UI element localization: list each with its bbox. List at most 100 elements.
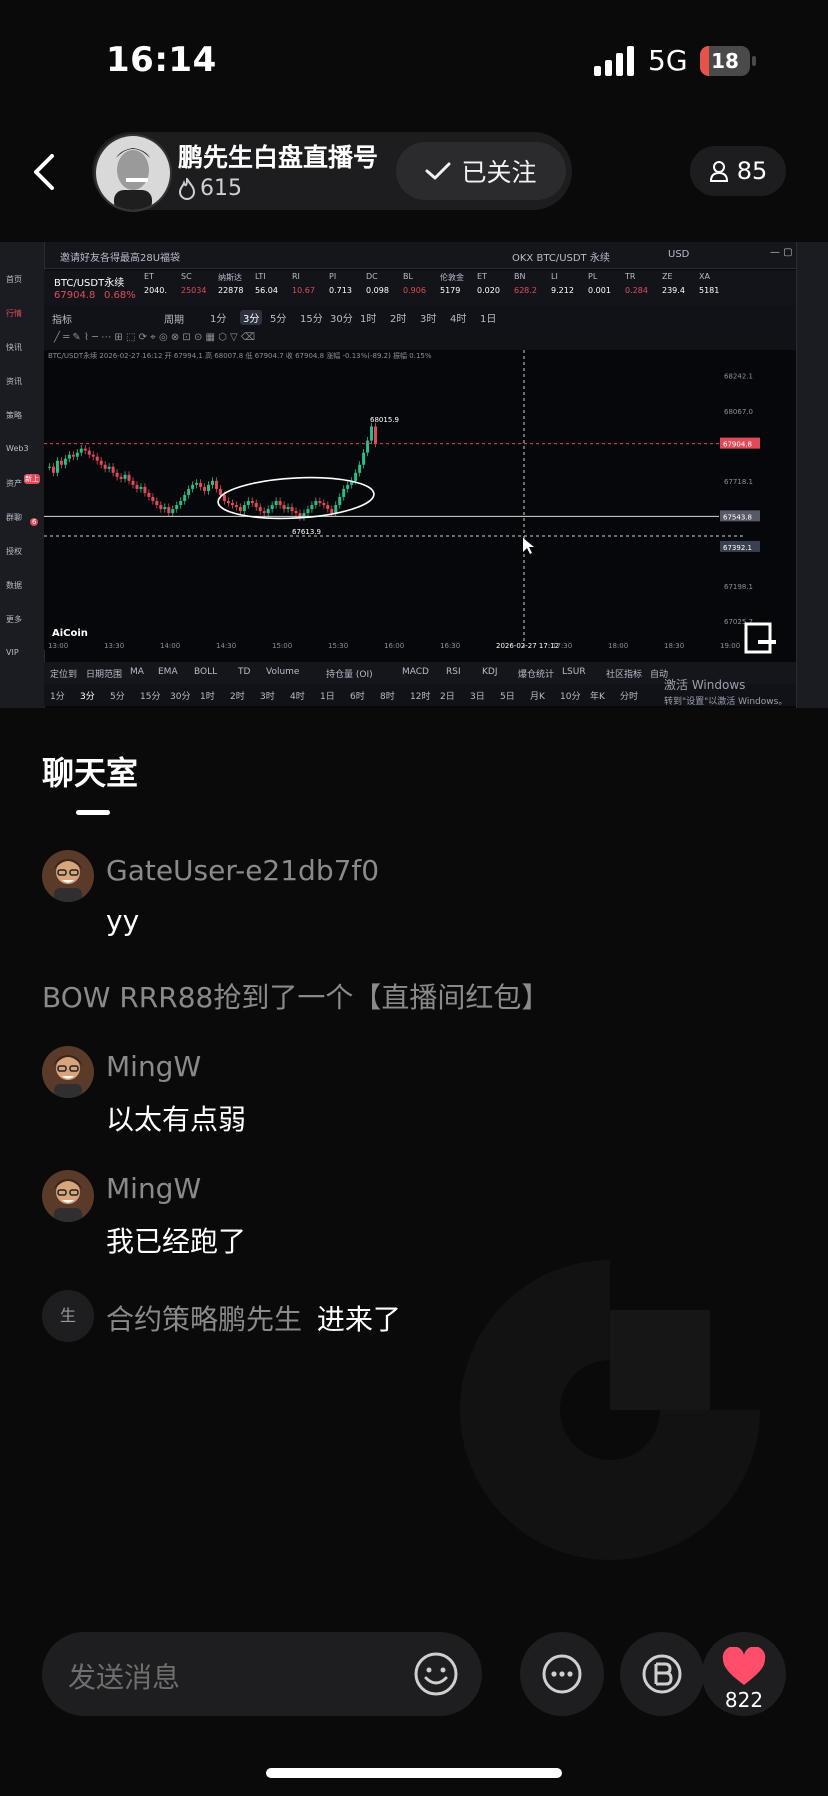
candle-body xyxy=(274,501,278,506)
stream-bottom-timeframe: 年K xyxy=(590,692,605,702)
follow-button[interactable]: 已关注 xyxy=(396,142,566,200)
stream-ticker-value: 22878 xyxy=(218,286,244,295)
candle-body xyxy=(87,450,91,455)
candle-body xyxy=(83,448,87,451)
stream-indicator-label: 指标 xyxy=(52,315,72,326)
candle-body xyxy=(246,501,250,506)
stream-indicator-tab: 日期范围 xyxy=(86,670,123,680)
stream-bottom-timeframe: 2日 xyxy=(440,692,455,702)
candle-body xyxy=(230,503,234,506)
stream-bottom-timeframe: 10分 xyxy=(560,692,581,702)
more-icon xyxy=(542,1654,582,1694)
bitcoin-button[interactable] xyxy=(620,1632,704,1716)
stream-timeframe: 3时 xyxy=(420,314,437,325)
stream-pair-price: 67904.8 xyxy=(54,290,96,301)
candle-body xyxy=(290,507,294,512)
time-axis-tick: 15:30 xyxy=(328,642,348,650)
candle-body xyxy=(250,501,254,504)
stream-ticker-value: 5179 xyxy=(440,286,461,295)
host-heat: 615 xyxy=(178,176,242,201)
viewer-count-badge[interactable]: 85 xyxy=(690,146,786,196)
user-avatar[interactable] xyxy=(42,1170,94,1222)
chat-tab-indicator xyxy=(76,810,110,815)
stream-ticker-value: 0.906 xyxy=(403,286,426,295)
stream-indicator-tab: MACD xyxy=(402,667,429,677)
candle-body xyxy=(155,501,159,506)
stream-sidebar-item: 授权 xyxy=(6,547,22,556)
stream-indicator-tab: TD xyxy=(238,667,251,677)
home-indicator[interactable] xyxy=(266,1768,562,1778)
time-axis-tick: 18:30 xyxy=(664,642,684,650)
host-avatar[interactable] xyxy=(94,134,172,212)
support-level-tag: 67543.8 xyxy=(723,513,752,521)
candle-body xyxy=(310,505,314,510)
stream-ticker-symbol: ET xyxy=(477,272,487,281)
time-axis-tick: 15:00 xyxy=(272,642,292,650)
candle-body xyxy=(159,505,163,510)
candle-body xyxy=(318,501,322,504)
more-button[interactable] xyxy=(520,1632,604,1716)
candle-body xyxy=(238,507,242,512)
candle-body xyxy=(306,509,310,514)
stream-indicator-tab: LSUR xyxy=(562,667,586,677)
time-axis-tick: 19:00 xyxy=(720,642,740,650)
user-avatar[interactable] xyxy=(42,850,94,902)
stream-bottom-timeframe: 5日 xyxy=(500,692,515,702)
stream-sidebar-item: 数据 xyxy=(6,581,22,590)
candle-body xyxy=(139,486,143,489)
stream-ticker-value: 5181 xyxy=(699,286,720,295)
stream-ohlc-line: BTC/USDT永续 2026-02-27 16:12 开 67994.1 高 … xyxy=(48,351,432,360)
host-name: 鹏先生白盘直播号 xyxy=(178,143,379,172)
price-axis-tick: 67198.1 xyxy=(724,583,753,591)
stream-logo: AiCoin xyxy=(52,628,88,639)
join-notice: 合约策略鹏先生 进来了 xyxy=(106,1298,401,1338)
stream-ticker-symbol: RI xyxy=(292,272,300,281)
stream-ticker-symbol: PI xyxy=(329,272,337,281)
user-avatar[interactable] xyxy=(42,1046,94,1098)
stream-ticker-row: BTC/USDT永续 67904.8 0.68% ET 2040. SC 25034 纳… xyxy=(44,270,796,307)
back-button[interactable] xyxy=(26,148,66,196)
stream-ticker-symbol: DC xyxy=(366,272,378,281)
chat-system-message: BOW RRR88抢到了一个【直播间红包】 xyxy=(42,981,550,1014)
stream-indicator-tab: MA xyxy=(130,667,144,677)
user-icon xyxy=(709,161,728,182)
flame-icon xyxy=(178,177,196,200)
stream-sidebar-item: 资讯 xyxy=(6,377,22,386)
candle-body xyxy=(67,454,71,459)
stream-bottom-timeframe: 3时 xyxy=(260,692,275,702)
candle-body xyxy=(191,484,195,489)
candle-body xyxy=(131,480,135,485)
candle-body xyxy=(366,440,370,453)
price-axis-tick: 67718.1 xyxy=(724,478,753,486)
candle-body xyxy=(330,509,334,514)
candle-body xyxy=(314,501,318,506)
candle-body xyxy=(115,472,119,477)
stream-indicator-tab: KDJ xyxy=(482,667,498,677)
stream-sidebar-item: Web3 xyxy=(6,444,29,453)
stream-ticker-symbol: SC xyxy=(181,272,192,281)
stream-bottom-timeframe: 15分 xyxy=(140,692,161,702)
stream-ticker-symbol: BL xyxy=(403,272,413,281)
stream-low-label: 67613.9 xyxy=(292,528,321,536)
candle-body xyxy=(226,501,230,504)
gate-watermark-logo xyxy=(460,1260,760,1560)
viewer-count: 85 xyxy=(736,157,768,185)
check-icon xyxy=(425,162,451,180)
stream-sidebar-item: 快讯 xyxy=(6,343,22,352)
chat-message: 以太有点弱 xyxy=(106,1103,247,1136)
stream-price-chart: 68242.1 68067.0 67904.8 67718.1 67543.8 67392… xyxy=(44,350,796,650)
candle-body xyxy=(199,482,203,487)
stream-ticker-symbol: ZE xyxy=(662,272,673,281)
stream-indicator-tab: Volume xyxy=(266,667,300,677)
stream-timeframe: 1日 xyxy=(480,314,497,325)
candle-body xyxy=(346,484,350,489)
fullscreen-icon[interactable] xyxy=(744,622,778,654)
candle-body xyxy=(187,488,191,495)
stream-ticker-symbol: 伦敦金 xyxy=(440,273,464,282)
stream-currency: USD xyxy=(668,249,690,260)
candle-body xyxy=(370,426,374,441)
stream-tab: 邀请好友各得最高28U福袋 xyxy=(60,253,181,264)
stream-ticker-value: 9.212 xyxy=(551,286,574,295)
stream-pair: BTC/USDT永续 xyxy=(54,278,125,289)
emoji-icon[interactable] xyxy=(412,1650,460,1698)
